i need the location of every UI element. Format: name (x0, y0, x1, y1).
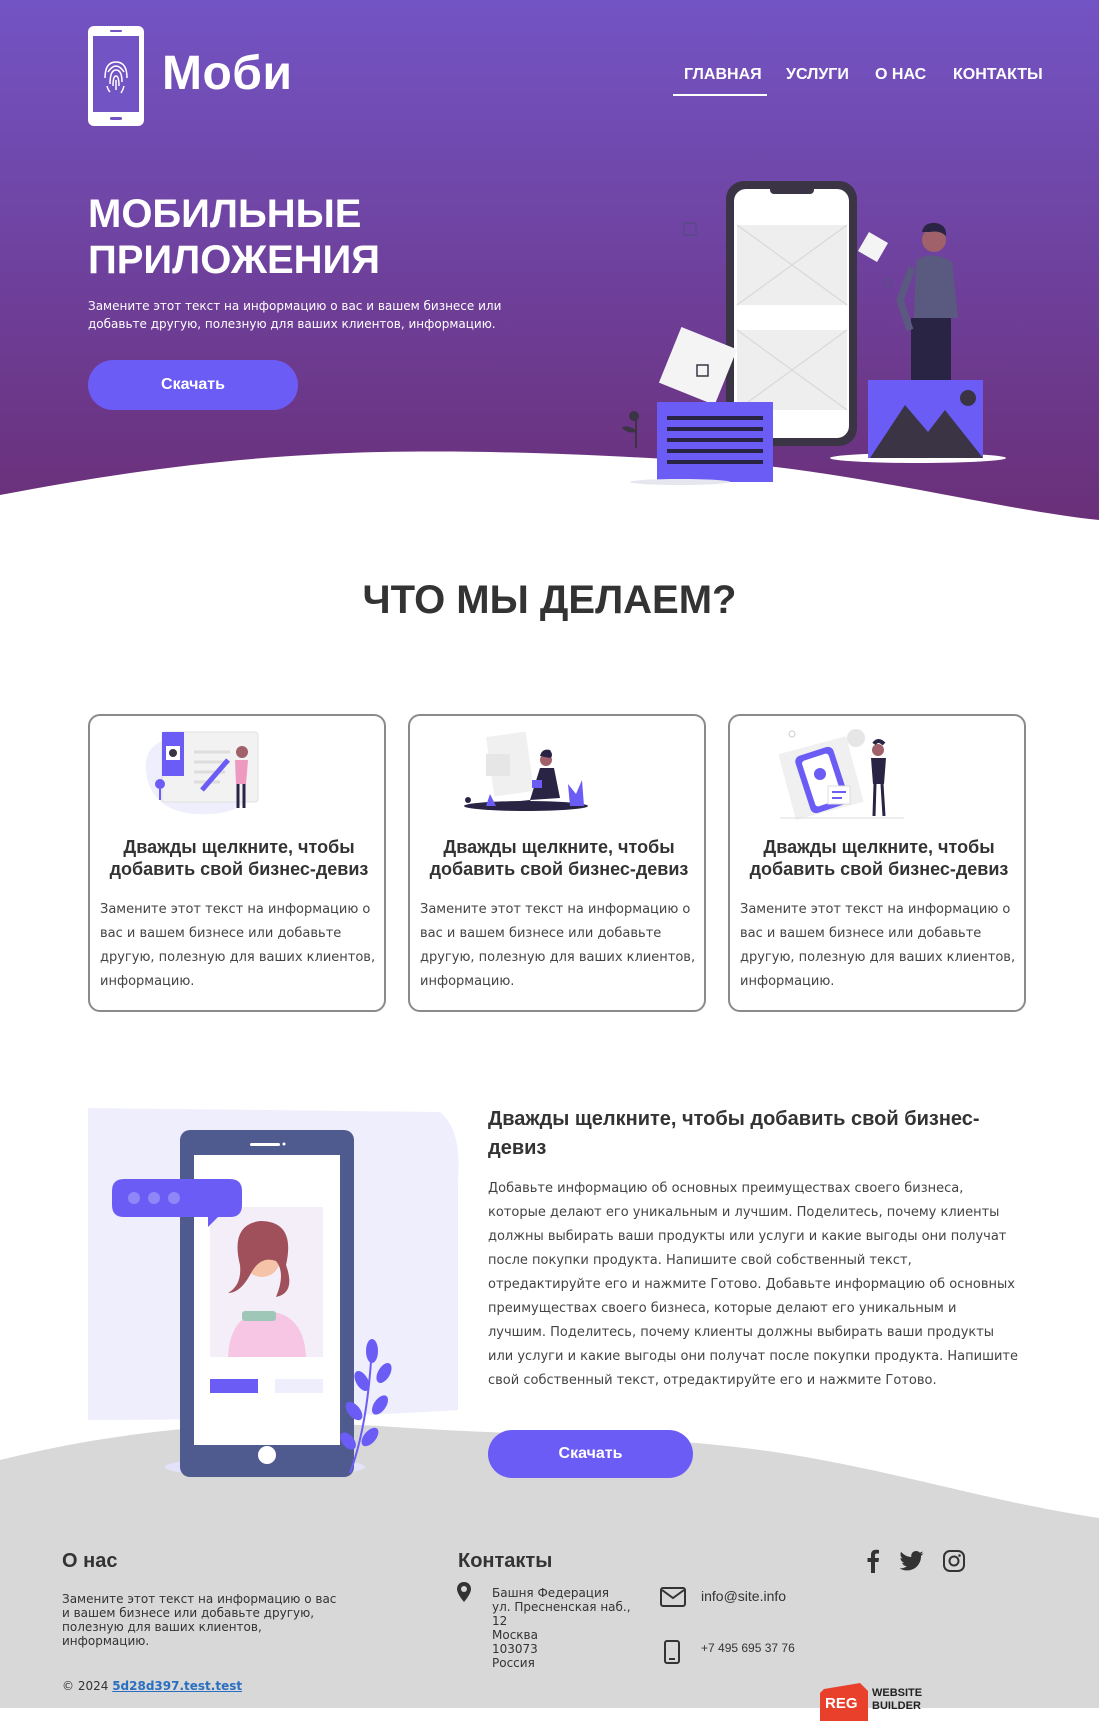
footer-about-title: О нас (62, 1550, 118, 1572)
nav-services[interactable]: УСЛУГИ (786, 66, 849, 84)
hero-description: Замените этот текст на информацию о вас … (88, 299, 502, 331)
profile-illustration (778, 729, 904, 820)
design-illustration (145, 731, 259, 815)
envelope-icon (660, 1587, 686, 1607)
card-title: Дважды щелкните, чтобы добавить свой биз… (429, 837, 689, 879)
hero-section: Моби ГЛАВНАЯ УСЛУГИ О НАС КОНТАКТЫ МОБИЛ… (0, 0, 1099, 540)
phone-illustration (112, 1130, 392, 1477)
footer-address: Башня Федерация ул. Пресненская наб., 12… (492, 1586, 652, 1670)
service-card: Дважды щелкните, чтобы добавить свой биз… (88, 714, 386, 1012)
footer-email[interactable]: info@site.info (701, 1588, 786, 1604)
feature-text: Добавьте информацию об основных преимуще… (488, 1181, 1018, 1388)
card-title: Дважды щелкните, чтобы добавить свой биз… (749, 837, 1009, 879)
card-text: Замените этот текст на информацию о вас … (100, 902, 376, 989)
reading-illustration (464, 731, 588, 811)
address-line: 103073 (492, 1642, 538, 1656)
card-text: Замените этот текст на информацию о вас … (420, 902, 696, 989)
nav-main[interactable]: ГЛАВНАЯ (684, 66, 762, 84)
location-pin-icon (457, 1582, 471, 1602)
feature-title: Дважды щелкните, чтобы добавить свой биз… (488, 1108, 980, 1159)
twitter-icon[interactable] (900, 1551, 924, 1571)
site-link[interactable]: 5d28d397.test.test (112, 1679, 242, 1693)
builder-line1: WEBSITE (872, 1687, 923, 1699)
service-card: Дважды щелкните, чтобы добавить свой биз… (728, 714, 1026, 1012)
footer-about-text: Замените этот текст на информацию о вас … (62, 1592, 337, 1648)
fingerprint-phone-icon[interactable] (88, 26, 144, 126)
footer-contacts-title: Контакты (458, 1550, 553, 1572)
address-line: Москва (492, 1628, 538, 1642)
reg-label: REG (825, 1695, 858, 1712)
builder-label: WEBSITE BUILDER (872, 1687, 922, 1713)
card-title: Дважды щелкните, чтобы добавить свой биз… (109, 837, 369, 879)
reg-website-builder-badge[interactable]: REG WEBSITE BUILDER (820, 1683, 932, 1721)
brand-name[interactable]: Моби (162, 46, 292, 101)
address-line: 12 (492, 1614, 508, 1628)
mobile-phone-icon (664, 1640, 680, 1664)
builder-line2: BUILDER (872, 1700, 921, 1712)
hero-title-line2: ПРИЛОЖЕНИЯ (88, 238, 381, 282)
copyright-text: © 2024 (62, 1679, 109, 1693)
address-line: ул. Пресненская наб., (492, 1600, 631, 1614)
service-card: Дважды щелкните, чтобы добавить свой биз… (408, 714, 706, 1012)
section-title: ЧТО МЫ ДЕЛАЕМ? (362, 578, 737, 622)
facebook-icon[interactable] (866, 1549, 880, 1573)
address-line: Россия (492, 1656, 535, 1670)
footer-phone[interactable]: +7 495 695 37 76 (701, 1641, 795, 1655)
footer-copyright: © 2024 5d28d397.test.test (62, 1679, 242, 1693)
nav-contacts[interactable]: КОНТАКТЫ (953, 66, 1043, 84)
hero-title: МОБИЛЬНЫЕ ПРИЛОЖЕНИЯ (88, 191, 548, 283)
download-button-secondary[interactable]: Скачать (488, 1430, 693, 1478)
card-text: Замените этот текст на информацию о вас … (740, 902, 1016, 989)
nav-about[interactable]: О НАС (875, 66, 926, 84)
instagram-icon[interactable] (943, 1550, 965, 1572)
hero-title-line1: МОБИЛЬНЫЕ (88, 192, 362, 236)
nav-active-underline (673, 94, 767, 96)
download-button[interactable]: Скачать (88, 360, 298, 410)
address-line: Башня Федерация (492, 1586, 609, 1600)
